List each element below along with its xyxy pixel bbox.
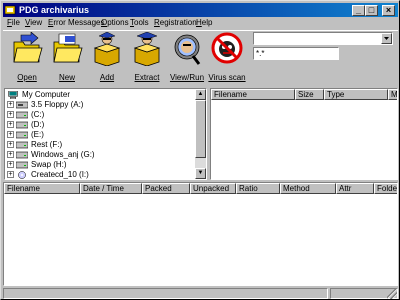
- drive-icon: [16, 151, 28, 159]
- new-folder-icon: [53, 33, 83, 63]
- main-window: PDG archivarius _ □ × File View Error Me…: [0, 0, 400, 300]
- expand-icon[interactable]: +: [7, 141, 14, 148]
- extract-box-icon: [133, 32, 161, 66]
- resize-grip-icon[interactable]: [387, 289, 397, 299]
- virus-scan-icon: [211, 32, 243, 64]
- path-combo[interactable]: [253, 32, 393, 45]
- expand-icon[interactable]: +: [7, 131, 14, 138]
- column-header-type[interactable]: Type: [324, 89, 388, 100]
- drive-icon: [16, 161, 28, 169]
- drive-icon: [16, 131, 28, 139]
- close-button[interactable]: ×: [382, 5, 395, 16]
- file-list[interactable]: Filename Size Type Mo: [210, 88, 398, 180]
- magnifier-icon: [174, 34, 201, 65]
- menu-help[interactable]: Help: [196, 18, 212, 28]
- expand-icon[interactable]: +: [7, 171, 14, 178]
- expand-icon[interactable]: +: [7, 121, 14, 128]
- column-header-ratio[interactable]: Ratio: [236, 183, 280, 194]
- folder-tree[interactable]: My Computer + 3.5 Floppy (A:) + (C:) + (…: [4, 88, 207, 180]
- floppy-icon: [16, 101, 28, 109]
- menu-view[interactable]: View: [25, 18, 42, 28]
- drive-icon: [16, 111, 28, 119]
- folder-open-icon: [13, 32, 43, 63]
- status-panel-main: [3, 288, 328, 299]
- column-header-unpacked[interactable]: Unpacked: [190, 183, 236, 194]
- expand-icon[interactable]: +: [7, 151, 14, 158]
- menu-tools[interactable]: Tools: [130, 18, 149, 28]
- window-title: PDG archivarius: [19, 5, 90, 15]
- scroll-down-icon[interactable]: ▼: [195, 168, 206, 179]
- chevron-down-icon[interactable]: [381, 33, 392, 44]
- add-box-icon: [93, 32, 121, 66]
- app-icon: [5, 5, 16, 15]
- drive-icon: [16, 121, 28, 129]
- menu-bar: File View Error Messages Options Tools R…: [3, 17, 398, 29]
- column-header-folder[interactable]: Folder: [374, 183, 397, 194]
- expand-icon[interactable]: +: [7, 161, 14, 168]
- cd-icon: [18, 171, 26, 179]
- tree-scrollbar[interactable]: ▲ ▼: [195, 89, 206, 179]
- virus-scan-button[interactable]: Virus scan: [207, 31, 247, 87]
- expand-icon[interactable]: +: [7, 101, 14, 108]
- minimize-button[interactable]: _: [352, 5, 365, 16]
- menu-registration[interactable]: Registration: [154, 18, 197, 28]
- filter-input[interactable]: *.*: [253, 47, 339, 60]
- column-header-method[interactable]: Method: [280, 183, 336, 194]
- maximize-button[interactable]: □: [365, 5, 378, 16]
- archive-list[interactable]: Filename Date / Time Packed Unpacked Rat…: [3, 182, 398, 286]
- column-header-size[interactable]: Size: [295, 89, 324, 100]
- status-bar: [3, 288, 398, 299]
- title-bar[interactable]: PDG archivarius _ □ ×: [3, 3, 398, 17]
- menu-file[interactable]: File: [7, 18, 20, 28]
- scroll-up-icon[interactable]: ▲: [195, 89, 206, 100]
- column-header-attr[interactable]: Attr: [336, 183, 374, 194]
- menu-error-messages[interactable]: Error Messages: [48, 18, 104, 28]
- column-header-date-time[interactable]: Date / Time: [80, 183, 142, 194]
- expand-icon[interactable]: +: [7, 111, 14, 118]
- column-header-filename[interactable]: Filename: [211, 89, 295, 100]
- scroll-thumb[interactable]: [195, 100, 206, 158]
- computer-icon: [8, 91, 18, 99]
- menu-options[interactable]: Options: [101, 18, 129, 28]
- column-header-packed[interactable]: Packed: [142, 183, 190, 194]
- column-header-modified[interactable]: Mo: [388, 89, 397, 100]
- column-header-filename[interactable]: Filename: [4, 183, 80, 194]
- drive-icon: [16, 141, 28, 149]
